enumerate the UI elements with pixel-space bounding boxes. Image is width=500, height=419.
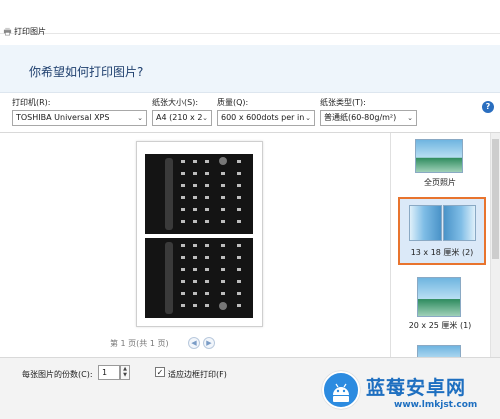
layout-label: 13 x 18 厘米 (2): [410, 248, 474, 257]
quality-select[interactable]: 600 x 600dots per in ⌄: [217, 110, 315, 126]
layout-thumbnail: [415, 139, 463, 173]
paper-size-label: 纸张大小(S):: [152, 98, 199, 107]
preview-area: 第 1 页(共 1 页) ◀ ▶: [0, 133, 390, 357]
layout-thumbnail: [417, 277, 461, 317]
printer-label: 打印机(R):: [12, 98, 51, 107]
scrollbar-thumb[interactable]: [492, 139, 499, 259]
layout-20x25[interactable]: 20 x 25 厘米 (1): [391, 273, 489, 353]
paper-size-select[interactable]: A4 (210 x 2 ⌄: [152, 110, 212, 126]
screenshot-thumbnail: [145, 238, 253, 318]
copies-stepper[interactable]: ▲ ▼: [120, 365, 130, 380]
copies-input[interactable]: 1: [98, 365, 120, 380]
site-watermark: 蓝莓安卓网 www.lmkjst.com: [322, 369, 492, 415]
layout-options-panel: 全页照片 13 x 18 厘米 (2) 20 x 25 厘米 (1): [390, 133, 500, 359]
fit-frame-label: 适应边框打印(F): [168, 370, 227, 379]
quality-label: 质量(Q):: [217, 98, 249, 107]
help-icon[interactable]: ?: [482, 101, 494, 113]
watermark-url: www.lmkjst.com: [394, 400, 478, 410]
layout-label: 全页照片: [424, 178, 456, 187]
page-preview: [136, 141, 263, 327]
printer-icon: [3, 27, 12, 36]
print-settings-row: 打印机(R): TOSHIBA Universal XPS ⌄ 纸张大小(S):…: [0, 93, 500, 133]
chevron-down-icon[interactable]: ▼: [121, 372, 129, 378]
next-page-button[interactable]: ▶: [203, 337, 215, 349]
preview-photo-top: [145, 154, 253, 234]
chevron-down-icon: ⌄: [202, 114, 208, 122]
layout-13x18[interactable]: 13 x 18 厘米 (2): [398, 197, 486, 265]
page-indicator: 第 1 页(共 1 页): [110, 339, 169, 348]
chevron-down-icon: ⌄: [305, 114, 311, 122]
printer-select[interactable]: TOSHIBA Universal XPS ⌄: [12, 110, 147, 126]
dialog-header: 你希望如何打印图片?: [0, 45, 500, 93]
previous-page-button[interactable]: ◀: [188, 337, 200, 349]
paper-type-select-value: 普通纸(60-80g/m²): [324, 113, 397, 122]
chevron-down-icon: ⌄: [137, 114, 143, 122]
paper-size-select-value: A4 (210 x 2: [156, 113, 203, 122]
layout-thumbnail: [409, 205, 442, 241]
layout-label: 20 x 25 厘米 (1): [408, 321, 472, 330]
screenshot-thumbnail: [145, 154, 253, 234]
printer-select-value: TOSHIBA Universal XPS: [16, 113, 110, 122]
print-question: 你希望如何打印图片?: [29, 65, 144, 79]
window-title: 打印图片: [14, 27, 46, 36]
quality-select-value: 600 x 600dots per in: [221, 113, 305, 122]
paper-type-label: 纸张类型(T):: [320, 98, 366, 107]
chevron-down-icon: ⌄: [407, 114, 413, 122]
layouts-scrollbar[interactable]: [490, 133, 500, 359]
fit-frame-checkbox[interactable]: ✓: [155, 367, 165, 377]
android-icon: [333, 383, 349, 402]
blueberry-logo-icon: [322, 371, 360, 409]
watermark-title: 蓝莓安卓网: [366, 377, 467, 399]
copies-label: 每张图片的份数(C):: [22, 370, 93, 379]
layout-thumbnail: [443, 205, 476, 241]
paper-type-select[interactable]: 普通纸(60-80g/m²) ⌄: [320, 110, 417, 126]
preview-photo-bottom: [145, 238, 253, 318]
title-bar: 打印图片: [0, 0, 500, 36]
